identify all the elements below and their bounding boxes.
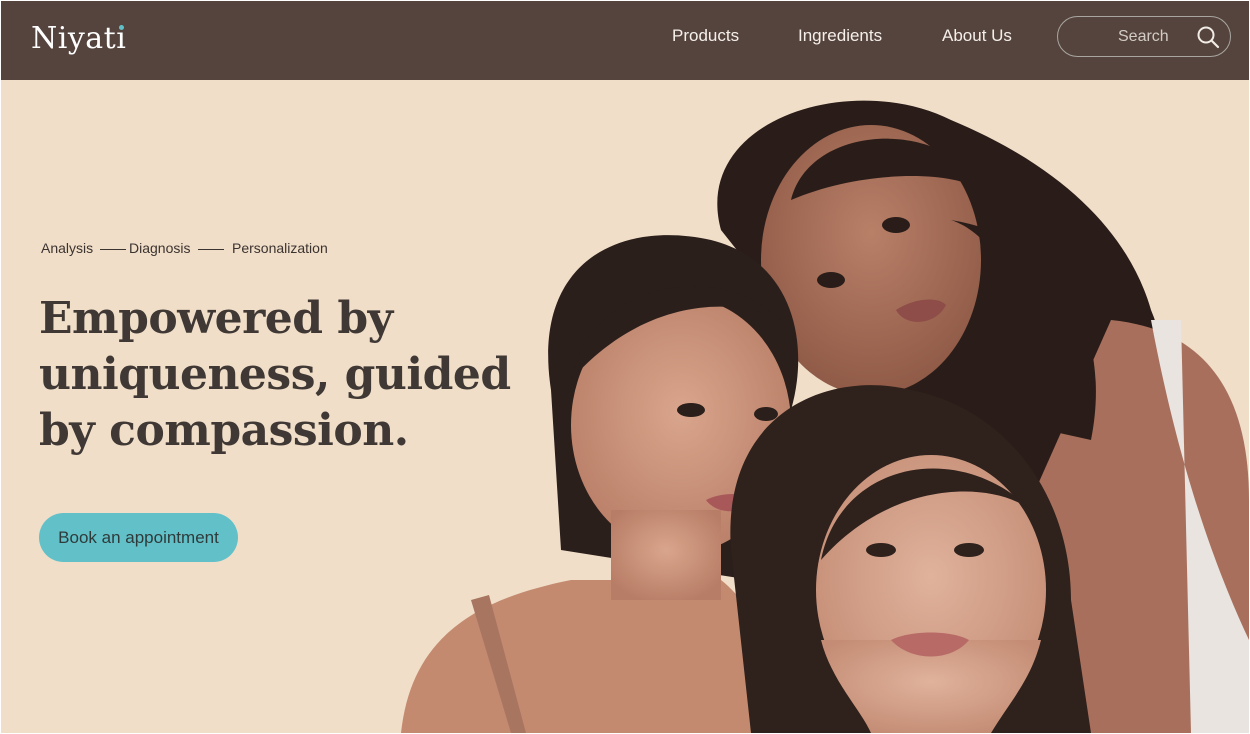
headline-line-2: uniqueness, guided bbox=[39, 349, 511, 400]
step-diagnosis: Diagnosis bbox=[129, 240, 191, 256]
search-placeholder: Search bbox=[1118, 28, 1169, 45]
step-connector bbox=[100, 249, 126, 250]
step-personalization: Personalization bbox=[232, 240, 328, 256]
logo-text: Niyati bbox=[31, 21, 127, 56]
headline-line-3: by compassion. bbox=[39, 405, 409, 456]
page: Niyati Products Ingredients About Us Sea… bbox=[1, 1, 1249, 733]
nav-link-about-us[interactable]: About Us bbox=[942, 25, 1012, 47]
logo-wordmark: Niyati bbox=[31, 19, 126, 59]
step-connector bbox=[198, 249, 224, 250]
book-appointment-button[interactable]: Book an appointment bbox=[39, 513, 238, 562]
nav-link-products[interactable]: Products bbox=[672, 25, 739, 47]
site-header: Niyati Products Ingredients About Us Sea… bbox=[1, 1, 1249, 80]
step-analysis: Analysis bbox=[41, 240, 94, 256]
search-icon[interactable] bbox=[1196, 25, 1220, 49]
hero-image-three-women bbox=[401, 100, 1249, 733]
headline-line-1: Empowered by bbox=[39, 293, 393, 344]
hero-headline: Empowered by uniqueness, guided by compa… bbox=[39, 291, 511, 459]
nav-link-ingredients[interactable]: Ingredients bbox=[798, 25, 882, 47]
search-box[interactable]: Search bbox=[1057, 16, 1231, 57]
brand-logo[interactable]: Niyati bbox=[31, 19, 126, 59]
